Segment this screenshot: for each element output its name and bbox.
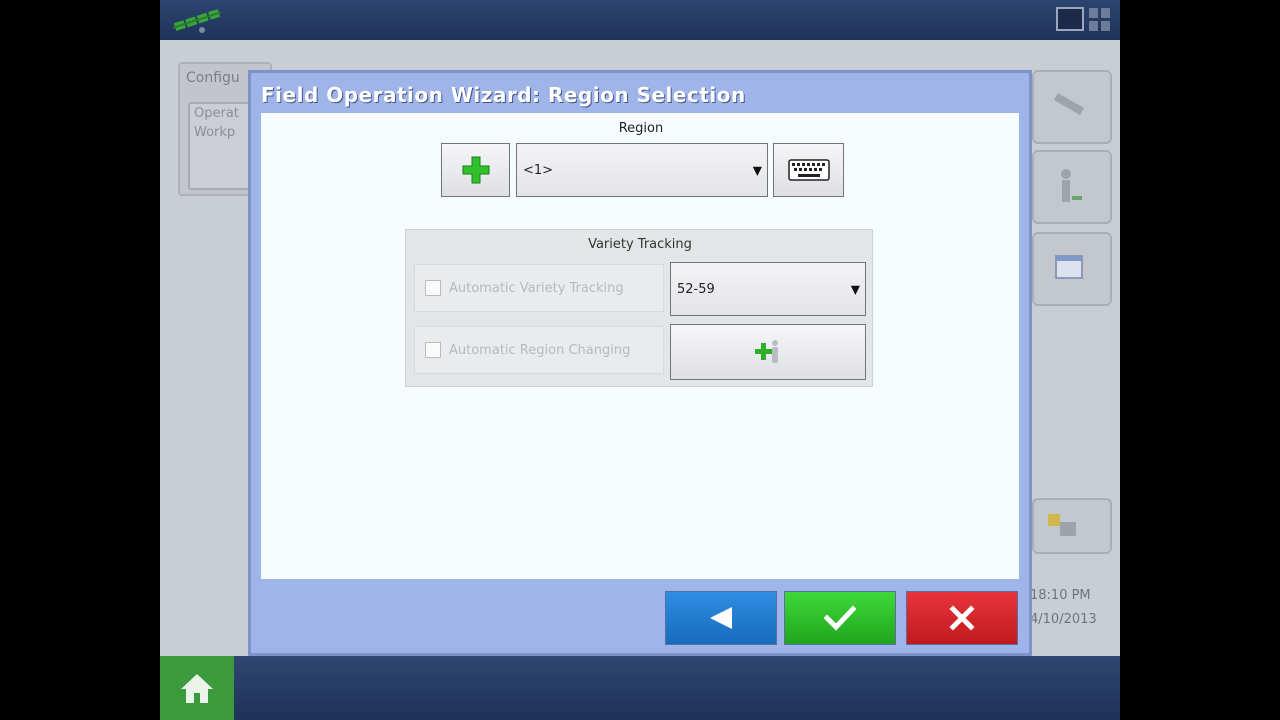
back-button[interactable] (665, 591, 777, 645)
auto-region-changing-checkbox[interactable] (425, 342, 441, 358)
back-arrow-icon (710, 607, 732, 629)
variety-tracking-panel: Variety Tracking Automatic Variety Track… (405, 229, 873, 387)
home-button[interactable] (160, 656, 234, 720)
auto-variety-tracking-row[interactable]: Automatic Variety Tracking (414, 264, 664, 312)
auto-region-changing-label: Automatic Region Changing (449, 342, 631, 358)
home-icon (181, 674, 213, 703)
side-button-diagnostics[interactable] (1032, 498, 1112, 554)
window-icon (1055, 255, 1083, 279)
top-bar (160, 0, 1120, 40)
checkmark-icon (824, 605, 856, 631)
wrench-icon (1054, 93, 1084, 115)
variety-select-value: 52-59 (677, 281, 715, 297)
keyboard-icon (787, 159, 830, 181)
auto-variety-tracking-checkbox[interactable] (425, 280, 441, 296)
clock-time: 18:10 PM (1030, 588, 1091, 603)
variety-tracking-title: Variety Tracking (588, 237, 692, 252)
dialog-content: Region <1> ▼ Variety Tracking Automatic … (261, 113, 1019, 579)
chevron-down-icon: ▼ (850, 282, 860, 297)
bottom-bar (160, 656, 1120, 720)
add-region-button[interactable] (441, 143, 510, 197)
confirm-button[interactable] (784, 591, 896, 645)
operator-icon (1061, 169, 1082, 202)
close-icon (949, 605, 975, 631)
variety-manager-button[interactable] (670, 324, 866, 380)
keyboard-button[interactable] (773, 143, 844, 197)
region-select-value: <1> (523, 162, 554, 178)
clock-date: 4/10/2013 (1030, 612, 1097, 627)
display-layout-icon[interactable] (1056, 7, 1112, 33)
auto-region-changing-row[interactable]: Automatic Region Changing (414, 326, 664, 374)
region-label: Region (618, 121, 664, 136)
side-button-window[interactable] (1032, 232, 1112, 306)
auto-variety-tracking-label: Automatic Variety Tracking (449, 280, 624, 296)
diagnostics-icon (1048, 514, 1076, 536)
side-button-tools[interactable] (1032, 70, 1112, 144)
region-select[interactable]: <1> ▼ (516, 143, 768, 197)
background-panel-title: Configu (186, 70, 240, 86)
variety-select[interactable]: 52-59 ▼ (670, 262, 866, 316)
tractor-logo-icon (172, 9, 222, 33)
variety-manager-icon (755, 340, 778, 363)
region-selection-dialog: Field Operation Wizard: Region Selection… (248, 70, 1032, 656)
dialog-title: Field Operation Wizard: Region Selection (261, 83, 746, 107)
side-button-operator[interactable] (1032, 150, 1112, 224)
chevron-down-icon: ▼ (752, 163, 762, 178)
plus-icon (462, 156, 489, 184)
cancel-button[interactable] (906, 591, 1018, 645)
